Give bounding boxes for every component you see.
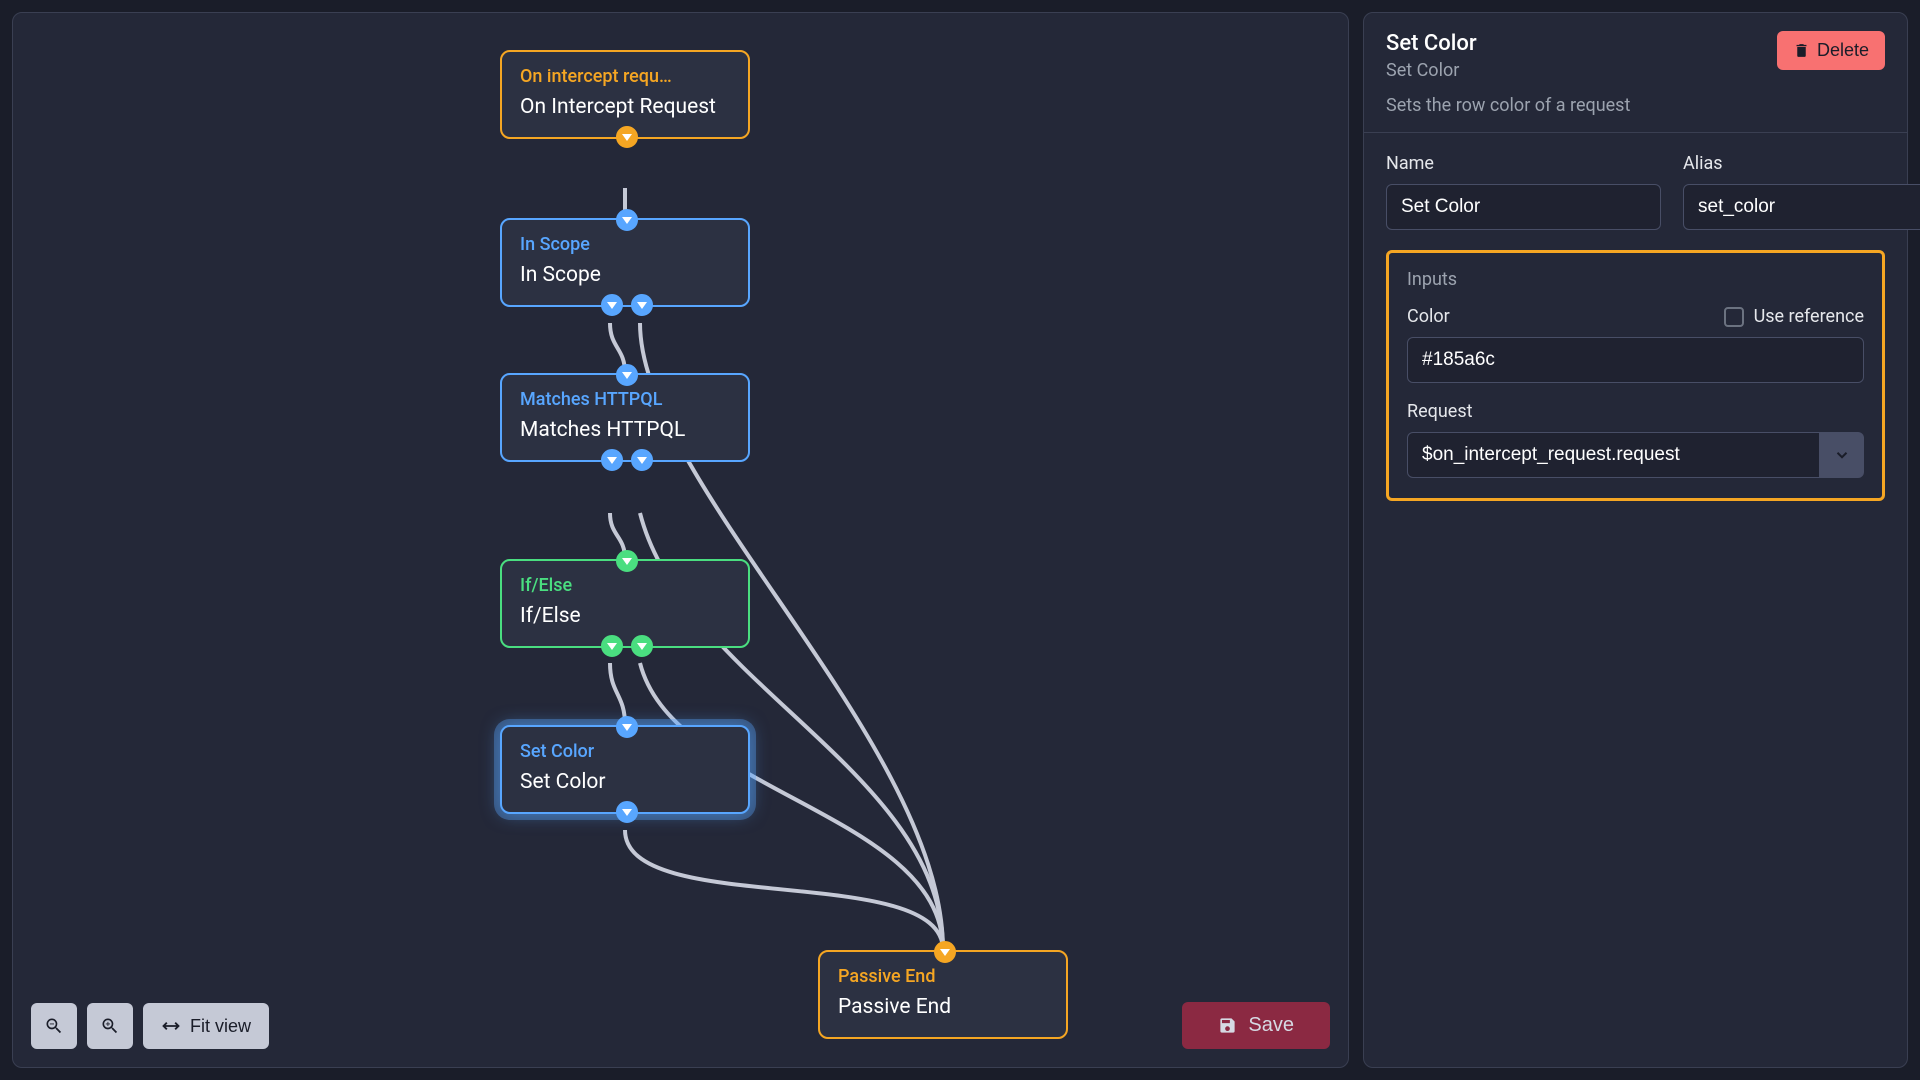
chevron-down-icon: [1833, 446, 1851, 464]
node-output-port[interactable]: [616, 126, 638, 148]
node-output-port[interactable]: [601, 635, 623, 657]
workflow-canvas[interactable]: On intercept requ… On Intercept Request In…: [12, 12, 1349, 1068]
node-type-label: In Scope: [520, 234, 730, 255]
zoom-in-icon: [100, 1016, 120, 1036]
delete-label: Delete: [1817, 40, 1869, 61]
node-title: Set Color: [520, 768, 730, 796]
fit-view-button[interactable]: Fit view: [143, 1003, 269, 1049]
node-type-label: Set Color: [520, 741, 730, 762]
node-output-port[interactable]: [601, 449, 623, 471]
node-output-port[interactable]: [631, 294, 653, 316]
canvas-toolbar: Fit view: [31, 1003, 269, 1049]
alias-input[interactable]: [1683, 184, 1920, 230]
request-label: Request: [1407, 401, 1473, 422]
save-label: Save: [1248, 1014, 1294, 1037]
node-output-port[interactable]: [616, 801, 638, 823]
alias-label: Alias: [1683, 153, 1920, 174]
node-input-port[interactable]: [616, 716, 638, 738]
request-input[interactable]: [1407, 432, 1820, 478]
sidebar-description: Sets the row color of a request: [1386, 95, 1630, 116]
node-output-port[interactable]: [631, 449, 653, 471]
edge: [625, 830, 943, 950]
node-title: If/Else: [520, 602, 730, 630]
node-title: On Intercept Request: [520, 93, 730, 121]
workflow-node[interactable]: Set Color Set Color: [500, 725, 750, 814]
request-dropdown-button[interactable]: [1820, 432, 1864, 478]
workflow-node[interactable]: If/Else If/Else: [500, 559, 750, 648]
node-type-label: If/Else: [520, 575, 730, 596]
zoom-out-button[interactable]: [31, 1003, 77, 1049]
node-title: In Scope: [520, 261, 730, 289]
inputs-heading: Inputs: [1407, 269, 1864, 290]
zoom-out-icon: [44, 1016, 64, 1036]
name-input[interactable]: [1386, 184, 1661, 230]
name-label: Name: [1386, 153, 1661, 174]
node-output-port[interactable]: [631, 635, 653, 657]
use-reference-label: Use reference: [1754, 306, 1864, 327]
sidebar-subtitle: Set Color: [1386, 60, 1630, 81]
color-label: Color: [1407, 306, 1450, 327]
node-output-port[interactable]: [601, 294, 623, 316]
workflow-node[interactable]: Passive End Passive End: [818, 950, 1068, 1039]
workflow-node[interactable]: In Scope In Scope: [500, 218, 750, 307]
node-input-port[interactable]: [616, 550, 638, 572]
save-icon: [1218, 1016, 1237, 1035]
node-input-port[interactable]: [616, 209, 638, 231]
node-title: Matches HTTPQL: [520, 416, 730, 444]
node-title: Passive End: [838, 993, 1048, 1021]
fit-view-label: Fit view: [190, 1016, 251, 1037]
zoom-in-button[interactable]: [87, 1003, 133, 1049]
delete-button[interactable]: Delete: [1777, 31, 1885, 70]
properties-sidebar: Set Color Set Color Sets the row color o…: [1363, 12, 1908, 1068]
node-type-label: Matches HTTPQL: [520, 389, 730, 410]
workflow-node[interactable]: On intercept requ… On Intercept Request: [500, 50, 750, 139]
node-type-label: Passive End: [838, 966, 1048, 987]
node-input-port[interactable]: [616, 364, 638, 386]
color-input[interactable]: [1407, 337, 1864, 383]
inputs-section: Inputs Color Use reference Request: [1386, 250, 1885, 501]
workflow-node[interactable]: Matches HTTPQL Matches HTTPQL: [500, 373, 750, 462]
use-reference-checkbox[interactable]: [1724, 307, 1744, 327]
save-button[interactable]: Save: [1182, 1002, 1330, 1049]
fit-view-icon: [161, 1016, 181, 1036]
node-type-label: On intercept requ…: [520, 66, 730, 87]
trash-icon: [1793, 42, 1810, 59]
sidebar-title: Set Color: [1386, 31, 1630, 56]
node-input-port[interactable]: [934, 941, 956, 963]
